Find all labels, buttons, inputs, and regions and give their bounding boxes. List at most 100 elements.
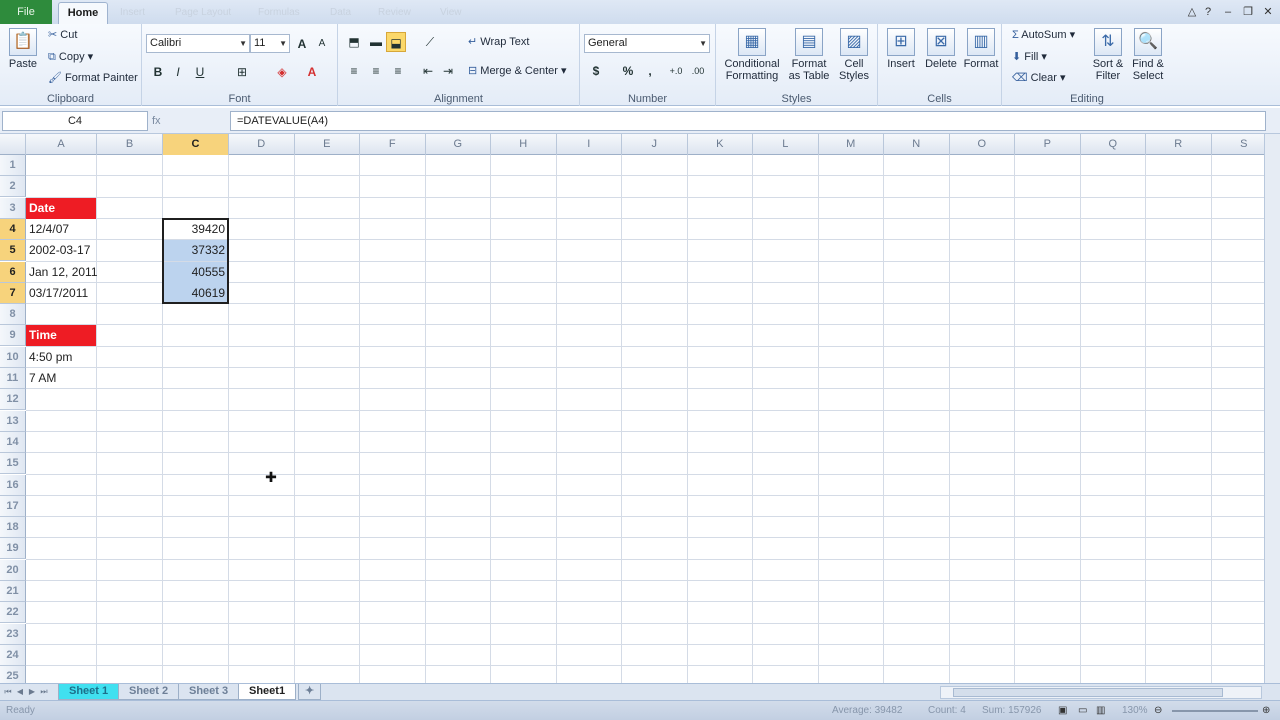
cell-a3[interactable]: Date	[26, 197, 96, 219]
sort-filter-button[interactable]: ⇅ Sort & Filter	[1088, 28, 1128, 82]
zoom-in-icon[interactable]: ⊕	[1262, 703, 1270, 719]
decrease-decimal-button[interactable]: .00	[688, 61, 708, 81]
format-as-table-button[interactable]: ▤ Format as Table	[784, 28, 834, 82]
new-sheet-icon[interactable]: ✦	[298, 684, 322, 700]
format-button[interactable]: ▥ Format	[962, 28, 1000, 70]
tab-page-layout[interactable]: Page Layout	[175, 5, 231, 21]
number-format-select[interactable]: General ▼	[584, 34, 710, 53]
tab-data[interactable]: Data	[330, 5, 351, 21]
insert-button[interactable]: ⊞ Insert	[882, 28, 920, 70]
row-header-20[interactable]: 20	[0, 559, 26, 581]
minimize-icon[interactable]: –	[1220, 4, 1236, 20]
prev-sheet-icon[interactable]: ◀	[14, 685, 26, 699]
cell-a7[interactable]: 03/17/2011	[26, 283, 96, 304]
fill-button[interactable]: ⬇ Fill ▾	[1012, 50, 1047, 63]
font-size-select[interactable]: 11 ▼	[250, 34, 290, 53]
column-header-s[interactable]: S	[1212, 134, 1265, 155]
row-header-8[interactable]: 8	[0, 304, 26, 326]
restore-icon[interactable]: ❐	[1240, 4, 1256, 20]
name-box[interactable]: C4	[2, 111, 148, 131]
cell-a9[interactable]: Time	[26, 325, 96, 347]
column-header-r[interactable]: R	[1146, 134, 1212, 155]
row-header-2[interactable]: 2	[0, 176, 26, 198]
align-bottom-icon[interactable]: ⬓	[386, 32, 406, 52]
underline-button[interactable]: U	[190, 62, 210, 82]
fill-color-icon[interactable]: ◈	[272, 62, 292, 82]
bold-button[interactable]: B	[148, 62, 168, 82]
row-header-7[interactable]: 7	[0, 282, 26, 304]
next-sheet-icon[interactable]: ▶	[26, 685, 38, 699]
zoom-out-icon[interactable]: ⊖	[1154, 703, 1162, 719]
column-header-i[interactable]: I	[557, 134, 622, 155]
conditional-formatting-button[interactable]: ▦ Conditional Formatting	[720, 28, 784, 82]
borders-icon[interactable]: ⊞	[232, 62, 252, 82]
formula-input[interactable]: =DATEVALUE(A4)	[230, 111, 1266, 131]
zoom-level[interactable]: 130%	[1122, 703, 1148, 719]
align-left-icon[interactable]: ≡	[344, 61, 364, 81]
row-header-19[interactable]: 19	[0, 538, 26, 560]
vertical-scrollbar[interactable]	[1264, 134, 1280, 683]
sheet-tab-1[interactable]: Sheet 1	[58, 684, 120, 700]
currency-button[interactable]: $	[586, 61, 606, 81]
italic-button[interactable]: I	[168, 62, 188, 82]
row-header-13[interactable]: 13	[0, 410, 26, 432]
row-header-9[interactable]: 9	[0, 325, 26, 347]
sheet-tab-2[interactable]: Sheet 2	[118, 684, 180, 700]
tab-view[interactable]: View	[440, 5, 462, 21]
tab-insert[interactable]: Insert	[120, 5, 145, 21]
row-header-23[interactable]: 23	[0, 623, 26, 645]
row-header-22[interactable]: 22	[0, 602, 26, 624]
row-header-3[interactable]: 3	[0, 197, 26, 219]
close-icon[interactable]: ✕	[1260, 4, 1276, 20]
row-header-1[interactable]: 1	[0, 155, 26, 176]
row-header-25[interactable]: 25	[0, 666, 26, 683]
page-break-view-icon[interactable]: ▥	[1096, 703, 1105, 719]
row-header-5[interactable]: 5	[0, 240, 26, 262]
grow-font-button[interactable]: A	[292, 34, 312, 54]
find-select-button[interactable]: 🔍 Find & Select	[1128, 28, 1168, 82]
column-header-b[interactable]: B	[97, 134, 163, 155]
page-layout-view-icon[interactable]: ▭	[1078, 703, 1087, 719]
insert-function-button[interactable]: fx	[152, 111, 226, 131]
first-sheet-icon[interactable]: ⏮	[2, 685, 14, 699]
row-header-14[interactable]: 14	[0, 431, 26, 453]
cell-a10[interactable]: 4:50 pm	[26, 347, 96, 368]
sheet-tab-active[interactable]: Sheet1	[238, 684, 297, 700]
column-header-a[interactable]: A	[26, 134, 97, 155]
horizontal-scrollbar[interactable]	[940, 686, 1262, 699]
row-header-10[interactable]: 10	[0, 346, 26, 368]
row-header-24[interactable]: 24	[0, 644, 26, 666]
row-header-15[interactable]: 15	[0, 453, 26, 475]
paste-button[interactable]: 📋 Paste	[4, 28, 42, 70]
column-header-q[interactable]: Q	[1081, 134, 1146, 155]
sheet-tab-3[interactable]: Sheet 3	[178, 684, 240, 700]
column-header-d[interactable]: D	[229, 134, 295, 155]
normal-view-icon[interactable]: ▣	[1058, 703, 1067, 719]
column-header-h[interactable]: H	[491, 134, 557, 155]
tab-home[interactable]: Home	[58, 2, 108, 24]
cell-c7[interactable]: 40619	[163, 282, 228, 304]
cell-a6[interactable]: Jan 12, 2011	[26, 262, 98, 283]
row-header-4[interactable]: 4	[0, 218, 26, 240]
row-header-18[interactable]: 18	[0, 517, 26, 539]
column-header-p[interactable]: P	[1015, 134, 1081, 155]
font-color-button[interactable]: A	[302, 62, 322, 82]
column-header-c[interactable]: C	[163, 134, 229, 155]
cut-button[interactable]: ✂ Cut	[48, 28, 77, 41]
align-center-icon[interactable]: ≡	[366, 61, 386, 81]
column-header-m[interactable]: M	[819, 134, 884, 155]
column-header-f[interactable]: F	[360, 134, 426, 155]
select-all-corner[interactable]	[0, 134, 26, 155]
row-header-17[interactable]: 17	[0, 495, 26, 517]
cell-styles-button[interactable]: ▨ Cell Styles	[834, 28, 874, 82]
cell-a5[interactable]: 2002-03-17	[26, 240, 96, 261]
row-header-16[interactable]: 16	[0, 474, 26, 496]
copy-button[interactable]: ⧉ Copy ▾	[48, 50, 93, 64]
row-header-21[interactable]: 21	[0, 581, 26, 602]
increase-decimal-button[interactable]: +.0	[666, 61, 686, 81]
cell-a4[interactable]: 12/4/07	[26, 219, 96, 240]
tab-file[interactable]: File	[0, 0, 52, 24]
tab-review[interactable]: Review	[378, 5, 411, 21]
worksheet-grid[interactable]: ABCDEFGHIJKLMNOPQRS 1 2 3 4 5 6 7 8 9 10 11 12 13 14 1…	[0, 134, 1264, 683]
increase-indent-icon[interactable]: ⇥	[438, 61, 458, 81]
